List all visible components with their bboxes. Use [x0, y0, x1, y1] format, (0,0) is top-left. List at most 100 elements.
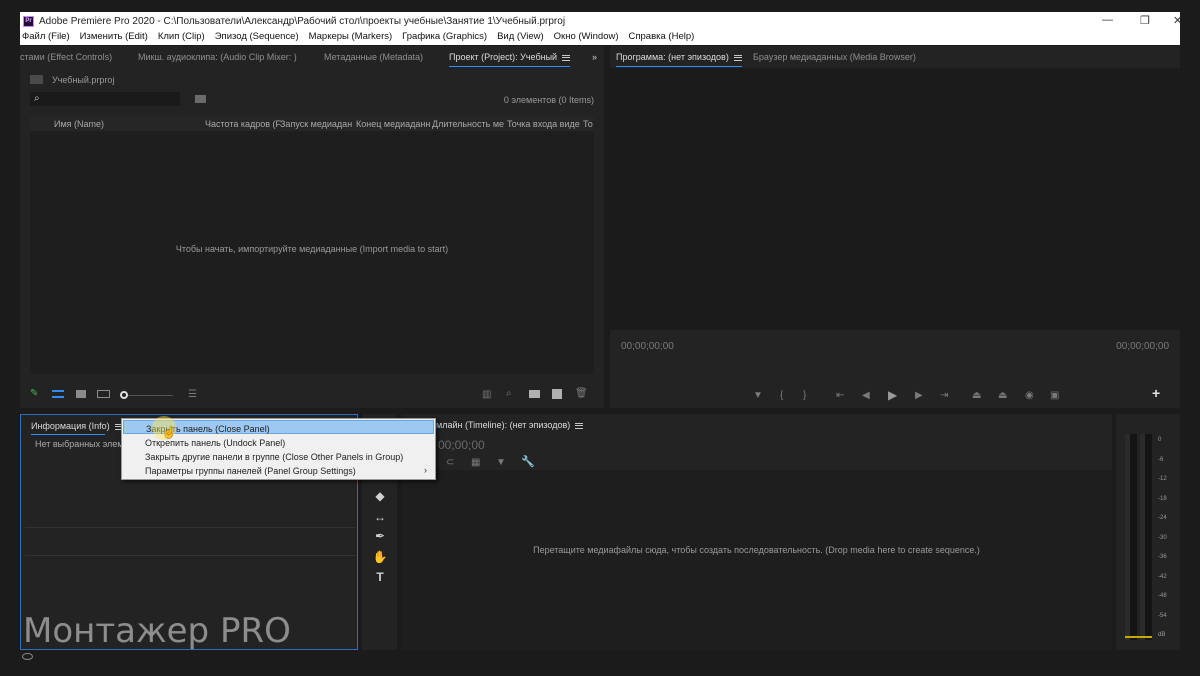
menu-clip[interactable]: Клип (Clip): [158, 31, 205, 45]
play-icon[interactable]: ▶: [888, 389, 897, 401]
tab-project[interactable]: Проект (Project): Учебный: [449, 52, 571, 68]
slip-tool-icon[interactable]: ↔: [370, 510, 390, 528]
meter-label: -42: [1158, 574, 1167, 580]
timeline-panel: млайн (Timeline): (нет эпизодов) 00;00;0…: [401, 414, 1112, 650]
new-bin-from-search-icon[interactable]: [195, 95, 206, 103]
meter-label: dB: [1158, 632, 1166, 638]
menu-graphics[interactable]: Графика (Graphics): [402, 31, 487, 45]
razor-tool-icon[interactable]: ◆: [370, 489, 390, 507]
watermark: Монтажер PRO: [23, 611, 291, 651]
tab-metadata[interactable]: Метаданные (Metadata): [324, 52, 423, 62]
mark-out-icon[interactable]: }: [803, 391, 806, 401]
menu-bar: Файл (File) Изменить (Edit) Клип (Clip) …: [20, 31, 1180, 45]
meter-label: -36: [1158, 554, 1167, 560]
go-to-in-icon[interactable]: ⇤: [836, 391, 844, 401]
column-frame-rate[interactable]: Частота кадров (F: [205, 119, 281, 129]
timeline-timecode[interactable]: 00;00;00: [438, 438, 485, 452]
hand-tool-icon[interactable]: ✋: [370, 550, 390, 568]
meter-label: -30: [1158, 535, 1167, 541]
menu-markers[interactable]: Маркеры (Markers): [309, 31, 393, 45]
column-video-in[interactable]: Точка входа виде: [507, 119, 580, 129]
submenu-arrow-icon: ›: [424, 465, 427, 475]
tab-timeline[interactable]: млайн (Timeline): (нет эпизодов): [436, 420, 584, 430]
timeline-menu-icon[interactable]: [575, 421, 584, 430]
meter-label: 0: [1158, 437, 1162, 443]
icon-view-icon[interactable]: [76, 390, 86, 398]
program-timecode[interactable]: 00;00;00;00: [621, 341, 674, 352]
linked-selection-icon[interactable]: ⊂: [446, 458, 454, 468]
meter-label: -6: [1158, 457, 1164, 463]
divider: [25, 555, 355, 556]
tab-info-label: Информация (Info): [31, 421, 110, 431]
column-duration[interactable]: Длительность ме: [432, 119, 504, 129]
menu-file[interactable]: Файл (File): [22, 31, 70, 45]
step-forward-icon[interactable]: ▶: [915, 391, 923, 401]
lift-icon[interactable]: ⏏: [972, 391, 981, 401]
freeform-view-icon[interactable]: [97, 390, 110, 398]
import-media-message: Чтобы начать, импортируйте медиаданные (…: [175, 244, 449, 254]
go-to-out-icon[interactable]: ⇥: [940, 391, 948, 401]
title-bar: Pr Adobe Premiere Pro 2020 - C:\Пользова…: [20, 12, 1182, 31]
column-overflow[interactable]: То: [583, 119, 593, 129]
export-frame-icon[interactable]: ◉: [1025, 391, 1034, 401]
meter-label: -24: [1158, 515, 1167, 521]
search-input[interactable]: ⌕: [30, 92, 180, 106]
audio-meters: [1116, 414, 1180, 650]
project-panel: Учебный.prproj ⌕ 0 элементов (0 Items) И…: [20, 68, 604, 408]
menu-help[interactable]: Справка (Help): [629, 31, 695, 45]
column-name[interactable]: Имя (Name): [54, 119, 104, 129]
wrench-icon[interactable]: 🔧: [521, 457, 535, 468]
column-media-end[interactable]: Конец медиаданн: [356, 119, 430, 129]
window-title: Adobe Premiere Pro 2020 - C:\Пользовател…: [39, 16, 566, 27]
mark-in-icon[interactable]: {: [780, 391, 783, 401]
close-window-icon[interactable]: ✕: [1173, 14, 1182, 27]
automate-to-sequence-icon[interactable]: ▥: [482, 390, 491, 400]
meter-label: -12: [1158, 476, 1167, 482]
timeline-track-area[interactable]: Перетащите медиафайлы сюда, чтобы создат…: [401, 470, 1112, 650]
maximize-icon[interactable]: ❐: [1140, 14, 1150, 27]
drop-media-message: Перетащите медиафайлы сюда, чтобы создат…: [533, 545, 980, 555]
column-media-start[interactable]: Запуск медиадан: [280, 119, 352, 129]
type-tool-icon[interactable]: T: [370, 570, 390, 588]
tab-media-browser[interactable]: Браузер медиаданных (Media Browser): [753, 52, 916, 62]
step-back-icon[interactable]: ◀: [862, 391, 870, 401]
zoom-slider-track[interactable]: [128, 395, 173, 396]
menu-item-close-other-panels[interactable]: Закрыть другие панели в группе (Close Ot…: [123, 449, 434, 463]
menu-view[interactable]: Вид (View): [497, 31, 544, 45]
background-render-icon[interactable]: [22, 653, 33, 660]
meter-label: -48: [1158, 593, 1167, 599]
pencil-icon[interactable]: ✎: [30, 389, 38, 399]
program-panel-tabs: Программа: (нет эпизодов) Браузер медиад…: [610, 46, 1180, 68]
meter-label: -18: [1158, 496, 1167, 502]
add-marker-icon[interactable]: ▼: [753, 391, 763, 401]
new-item-icon[interactable]: [552, 389, 562, 399]
add-button-icon[interactable]: +: [1152, 386, 1160, 400]
extract-icon[interactable]: ⏏: [998, 391, 1007, 401]
status-bar: [20, 652, 1180, 664]
list-view-icon[interactable]: [52, 390, 64, 398]
tab-audio-clip-mixer[interactable]: Микш. аудиоклипа: (Audio Clip Mixer: ): [138, 52, 297, 62]
items-count: 0 элементов (0 Items): [503, 95, 594, 105]
search-icon: ⌕: [34, 93, 40, 104]
program-menu-icon[interactable]: [733, 53, 742, 62]
menu-item-panel-group-settings[interactable]: Параметры группы панелей (Panel Group Se…: [123, 463, 434, 477]
pen-tool-icon[interactable]: ✒: [370, 529, 390, 547]
snap-icon[interactable]: ▦: [471, 458, 480, 468]
sort-icons-icon[interactable]: ☰: [188, 390, 197, 400]
zoom-slider-handle[interactable]: [120, 391, 128, 399]
add-marker-icon[interactable]: ▼: [496, 458, 506, 468]
clear-icon[interactable]: 🗑: [575, 389, 588, 399]
panel-menu-icon[interactable]: [562, 53, 571, 62]
folder-icon: [30, 75, 43, 84]
minimize-icon[interactable]: —: [1102, 14, 1113, 26]
menu-edit[interactable]: Изменить (Edit): [80, 31, 148, 45]
tab-program[interactable]: Программа: (нет эпизодов): [616, 52, 742, 68]
menu-window[interactable]: Окно (Window): [554, 31, 619, 45]
find-icon[interactable]: ⌕: [506, 389, 512, 399]
tab-info[interactable]: Информация (Info): [31, 421, 123, 431]
menu-sequence[interactable]: Эпизод (Sequence): [215, 31, 299, 45]
new-bin-icon[interactable]: [529, 390, 540, 398]
comparison-view-icon[interactable]: ▣: [1050, 391, 1059, 401]
tab-effect-controls[interactable]: стами (Effect Controls): [20, 52, 112, 62]
tab-overflow-icon[interactable]: »: [592, 52, 597, 62]
